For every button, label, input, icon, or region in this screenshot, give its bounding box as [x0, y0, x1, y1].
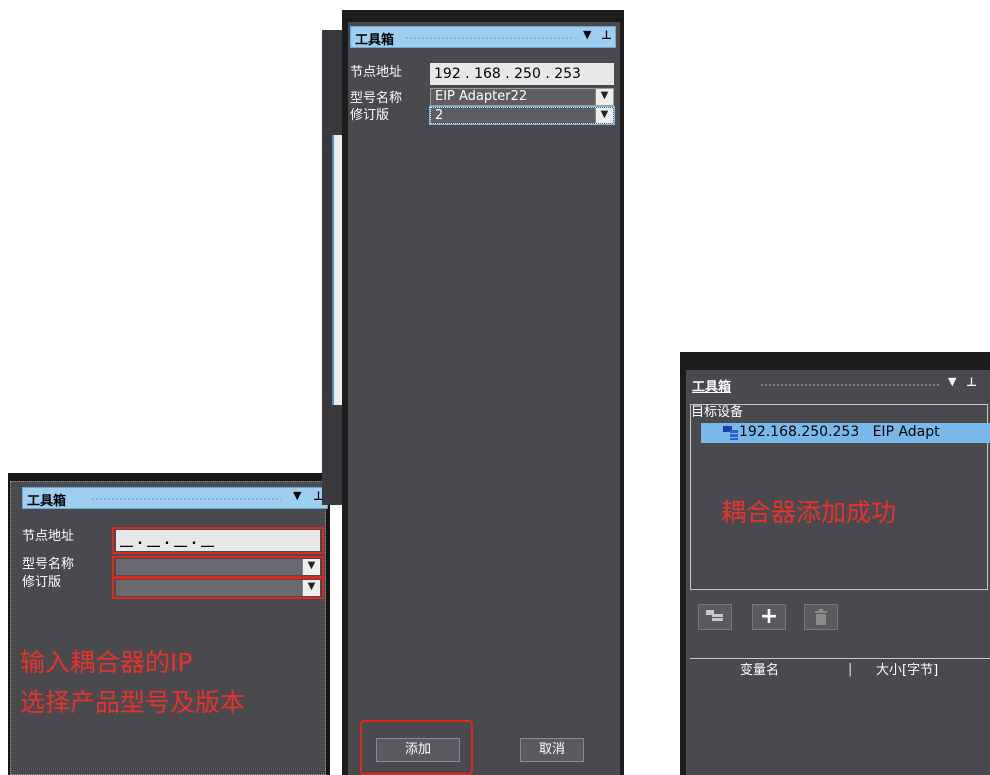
network-folder-icon — [706, 610, 723, 621]
delete-icon — [815, 609, 827, 625]
toolbox-title: 工具箱 — [355, 33, 395, 48]
target-device-label: 目标设备 — [691, 405, 744, 420]
model-name-select[interactable]: EIP Adapter22 ▼ — [430, 88, 614, 106]
ip-value: 192 . 168 . 250 . 253 — [434, 66, 581, 82]
add-button[interactable]: + — [752, 604, 786, 630]
var-name-column-header[interactable]: 变量名 — [740, 664, 779, 678]
add-button-label: 添加 — [404, 742, 431, 757]
annotation-select-model: 选择产品型号及版本 — [20, 688, 246, 717]
titlebar-grip — [91, 497, 281, 501]
size-column-header[interactable]: 大小[字节] — [876, 664, 938, 678]
toolbox-titlebar: 工具箱 ▼ ⊥ — [350, 26, 616, 48]
cancel-button-label: 取消 — [538, 742, 565, 757]
node-address-input[interactable]: __ . __ . __ . __ — [116, 530, 320, 551]
revision-label: 修订版 — [350, 108, 390, 123]
revision-label: 修订版 — [22, 575, 62, 590]
add-button[interactable]: 添加 — [376, 738, 460, 762]
dropdown-arrow-icon[interactable]: ▼ — [595, 89, 613, 105]
toolbox-panel-middle: 工具箱 ▼ ⊥ 节点地址 型号名称 修订版 192 . 168 . 250 . … — [342, 10, 624, 775]
model-name-label: 型号名称 — [350, 91, 403, 106]
column-divider[interactable]: | — [848, 663, 852, 677]
titlebar-grip — [760, 383, 940, 387]
cancel-button[interactable]: 取消 — [520, 738, 584, 762]
network-device-icon — [723, 425, 739, 440]
toolbox-panel-left: 工具箱 ▼ ⊥ 节点地址 型号名称 修订版 __ . __ . __ . __ … — [8, 473, 330, 775]
toolbox-panel-middle-body — [348, 22, 620, 775]
device-row-selected[interactable]: 192.168.250.253 EIP Adapt — [701, 423, 990, 443]
pin-icon[interactable]: ⊥ — [966, 375, 977, 389]
node-address-label: 节点地址 — [350, 65, 403, 80]
titlebar-grip — [405, 36, 575, 40]
pin-icon[interactable]: ⊥ — [601, 28, 612, 42]
toolbox-titlebar: 工具箱 ▼ ⊥ — [688, 374, 988, 396]
device-folder-button[interactable] — [698, 604, 732, 630]
toolbox-title: 工具箱 — [27, 494, 67, 509]
model-name-label: 型号名称 — [22, 557, 75, 572]
model-name-select[interactable]: ▼ — [116, 559, 320, 575]
revision-select[interactable]: 2 ▼ — [430, 107, 614, 124]
toolbox-title: 工具箱 — [692, 380, 732, 395]
toolbox-titlebar: 工具箱 ▼ ⊥ — [22, 487, 328, 509]
add-icon: + — [759, 604, 779, 629]
dropdown-arrow-icon[interactable]: ▼ — [595, 108, 613, 123]
dropdown-arrow-icon[interactable]: ▼ — [583, 28, 591, 41]
annotation-enter-ip: 输入耦合器的IP — [20, 648, 193, 677]
device-entry-text: 192.168.250.253 EIP Adapt — [739, 424, 940, 440]
model-value: EIP Adapter22 — [435, 89, 528, 104]
node-address-input[interactable]: 192 . 168 . 250 . 253 — [430, 63, 614, 85]
dropdown-arrow-icon[interactable]: ▼ — [293, 489, 301, 502]
target-device-list: 目标设备 192.168.250.253 EIP Adapt 耦合器添加成功 — [690, 404, 990, 590]
dropdown-arrow-icon[interactable]: ▼ — [948, 375, 956, 388]
toolbox-panel-right: 工具箱 ▼ ⊥ 目标设备 192.168.250.253 EIP Adapt 耦… — [680, 352, 990, 775]
revision-value: 2 — [435, 108, 444, 123]
dropdown-arrow-icon[interactable]: ▼ — [302, 559, 320, 575]
node-address-label: 节点地址 — [22, 529, 75, 544]
dropdown-arrow-icon[interactable]: ▼ — [302, 580, 320, 596]
revision-select[interactable]: ▼ — [116, 580, 320, 596]
toolbox-panel-left-body — [10, 481, 326, 775]
delete-button[interactable] — [804, 604, 838, 630]
annotation-add-success: 耦合器添加成功 — [721, 498, 897, 527]
variable-table: 变量名 | 大小[字节] — [690, 658, 990, 775]
ip-placeholder: __ . __ . __ . __ — [120, 533, 214, 548]
